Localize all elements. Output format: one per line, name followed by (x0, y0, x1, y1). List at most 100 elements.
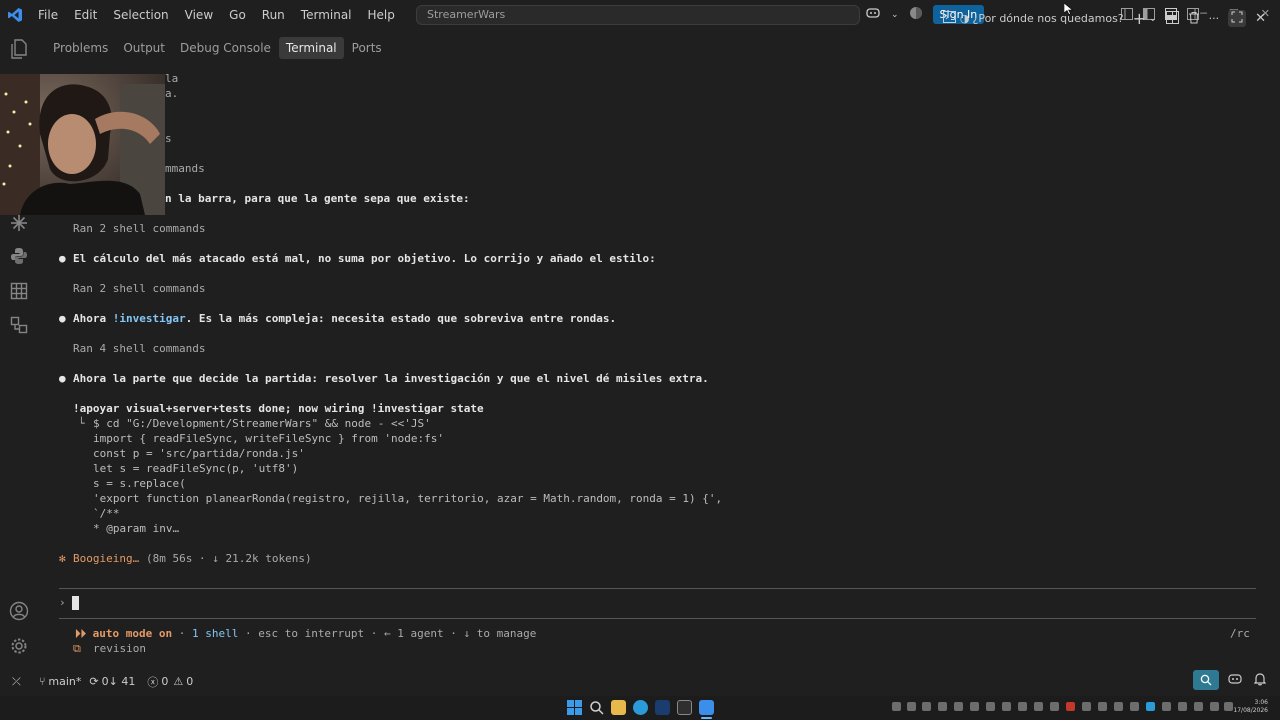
tray-icon[interactable] (1034, 702, 1043, 711)
volume-icon[interactable] (1194, 702, 1203, 711)
mode-label[interactable]: auto mode on (93, 627, 172, 640)
settings-gear-icon[interactable] (8, 635, 30, 657)
sync-icon[interactable]: ⟳ (89, 675, 98, 688)
accounts-globe-icon[interactable] (909, 6, 923, 23)
menu-edit[interactable]: Edit (66, 0, 105, 30)
edge-taskbar-icon[interactable] (633, 700, 648, 715)
fragment-line: s (165, 132, 172, 145)
menu-terminal[interactable]: Terminal (293, 0, 360, 30)
command-center-search[interactable]: StreamerWars (416, 5, 860, 25)
tray-icon[interactable] (1098, 702, 1107, 711)
tray-icon[interactable] (986, 702, 995, 711)
copilot-status-icon[interactable] (1228, 672, 1242, 689)
bullet-icon: ● (59, 252, 66, 265)
copilot-icon[interactable] (865, 6, 881, 23)
windows-start-icon[interactable] (567, 700, 582, 715)
message-text: Ahora (73, 312, 113, 325)
terminal-output[interactable]: la a. s mmands n la barra, para que la g… (38, 65, 1280, 660)
warnings-icon[interactable]: ⚠ (173, 675, 183, 688)
menu-go[interactable]: Go (221, 0, 254, 30)
ran-shell-commands[interactable]: Ran 2 shell commands (73, 282, 205, 296)
ran-shell-commands[interactable]: Ran 4 shell commands (73, 342, 205, 356)
tab-ports[interactable]: Ports (345, 37, 389, 59)
message-text: . Es la más compleja: necesita estado qu… (185, 312, 617, 325)
system-clock[interactable]: 3:06 17/08/2026 (1233, 699, 1268, 715)
grid-extensions-icon[interactable] (8, 280, 30, 302)
divider (59, 618, 1256, 619)
tray-icon[interactable] (922, 702, 931, 711)
notifications-bell-icon[interactable] (1253, 672, 1267, 689)
tray-icon[interactable] (1162, 702, 1171, 711)
wifi-icon[interactable] (1178, 702, 1187, 711)
more-actions-icon[interactable]: ··· (1209, 12, 1220, 25)
tray-icon[interactable] (1130, 702, 1139, 711)
terminal-taskbar-icon[interactable] (677, 700, 692, 715)
tray-icon[interactable] (892, 702, 901, 711)
trash-icon[interactable] (1188, 11, 1200, 27)
clock-date: 17/08/2026 (1233, 707, 1268, 714)
warnings-count[interactable]: 0 (186, 675, 193, 688)
prompt-cursor[interactable] (72, 596, 79, 610)
tray-icon[interactable] (907, 702, 916, 711)
ran-shell-commands[interactable]: Ran 2 shell commands (73, 222, 205, 236)
explorer-icon[interactable] (8, 38, 30, 60)
mode-shell[interactable]: 1 shell (192, 627, 238, 640)
tab-problems[interactable]: Problems (46, 37, 115, 59)
tray-icon[interactable] (1082, 702, 1091, 711)
terminal-name[interactable]: ¿Por dónde nos quedamos? (972, 12, 1123, 25)
tray-icon[interactable] (1050, 702, 1059, 711)
vscode-logo-icon (0, 0, 30, 30)
new-terminal-plus-icon[interactable]: + (1133, 9, 1146, 28)
tab-output[interactable]: Output (116, 37, 172, 59)
zoom-search-icon[interactable] (1193, 670, 1219, 690)
vscode-taskbar-icon[interactable] (699, 700, 714, 715)
tray-icon[interactable] (938, 702, 947, 711)
file-explorer-taskbar-icon[interactable] (611, 700, 626, 715)
steam-taskbar-icon[interactable] (655, 700, 670, 715)
taskbar-search-icon[interactable] (589, 700, 604, 715)
python-icon[interactable] (8, 245, 30, 267)
assistant-message: Ahora !investigar. Es la más compleja: n… (73, 312, 616, 326)
half-circle-icon: ◑ (959, 12, 970, 25)
menu-view[interactable]: View (177, 0, 221, 30)
assistant-message: El cálculo del más atacado está mal, no … (73, 252, 656, 265)
debug-sparkle-icon[interactable] (8, 212, 30, 234)
menu-bar: File Edit Selection View Go Run Terminal… (30, 0, 403, 30)
tab-terminal[interactable]: Terminal (278, 36, 344, 59)
tree-branch-icon: └ (78, 417, 85, 430)
remote-indicator-icon[interactable]: ⤫ (12, 675, 21, 689)
divider (59, 588, 1256, 589)
maximize-panel-icon[interactable] (1228, 10, 1247, 27)
git-branch-icon[interactable]: ⑂ (39, 675, 46, 688)
sync-label[interactable]: 0↓ 41 (102, 675, 136, 688)
tab-debug-console[interactable]: Debug Console (173, 37, 278, 59)
tray-icon[interactable] (1018, 702, 1027, 711)
errors-icon[interactable]: ⓧ (147, 674, 158, 690)
tray-icon[interactable] (954, 702, 963, 711)
tray-icon[interactable] (1066, 702, 1075, 711)
tray-icon[interactable] (1002, 702, 1011, 711)
prompt-chevron: › (59, 596, 66, 609)
battery-icon[interactable] (1210, 702, 1219, 711)
battery-icon[interactable] (1224, 702, 1233, 711)
menu-run[interactable]: Run (254, 0, 293, 30)
split-terminal-icon[interactable] (1165, 10, 1179, 27)
tray-icon[interactable] (1114, 702, 1123, 711)
remote-explorer-icon[interactable] (8, 314, 30, 336)
revision-icon: ⧉ (73, 642, 81, 655)
code-line: 'export function planearRonda(registro, … (93, 492, 723, 505)
os-taskbar: 3:06 17/08/2026 (0, 696, 1280, 720)
chevron-down-icon[interactable]: ⌄ (891, 10, 899, 20)
tray-icon[interactable] (970, 702, 979, 711)
terminal-dropdown-icon[interactable]: ⌄ (1149, 14, 1157, 24)
menu-file[interactable]: File (30, 0, 66, 30)
close-panel-icon[interactable]: ✕ (1255, 11, 1266, 26)
code-line: `/** (93, 507, 120, 520)
tray-icon[interactable] (1146, 702, 1155, 711)
menu-selection[interactable]: Selection (105, 0, 176, 30)
spinner-label: Boogieing… (73, 552, 140, 565)
account-icon[interactable] (8, 600, 30, 622)
errors-count[interactable]: 0 (161, 675, 168, 688)
menu-help[interactable]: Help (360, 0, 403, 30)
git-branch-label[interactable]: main* (48, 675, 81, 688)
